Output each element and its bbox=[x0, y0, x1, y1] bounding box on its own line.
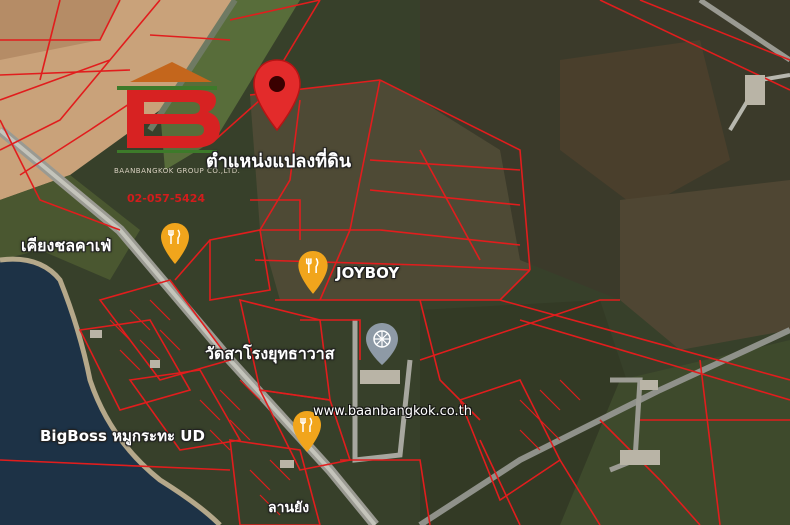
land-location-pin[interactable] bbox=[251, 58, 303, 134]
bottom-place-label: ลานยัง bbox=[268, 500, 310, 516]
temple-pin[interactable] bbox=[364, 322, 400, 366]
bigboss-label: BigBoss หมูกระทะ UD bbox=[40, 427, 205, 445]
restaurant-icon bbox=[298, 251, 328, 294]
restaurant-label-west: เคียงชลคาเฟ่ bbox=[21, 236, 112, 255]
company-phone: 02-057-5424 bbox=[127, 192, 206, 205]
joyboy-label: JOYBOY bbox=[336, 264, 400, 282]
temple-icon bbox=[366, 323, 398, 365]
website-url[interactable]: www.baanbangkok.co.th bbox=[313, 404, 472, 419]
restaurant-pin-west[interactable] bbox=[160, 222, 190, 266]
temple-label: วัดสาโรงยุทธาวาส bbox=[205, 344, 335, 363]
map-pin-icon bbox=[253, 59, 301, 132]
joyboy-pin[interactable] bbox=[297, 250, 329, 296]
land-position-label: ตำแหน่งแปลงที่ดิน bbox=[206, 151, 352, 172]
company-logo bbox=[117, 62, 220, 153]
restaurant-icon bbox=[161, 223, 189, 264]
